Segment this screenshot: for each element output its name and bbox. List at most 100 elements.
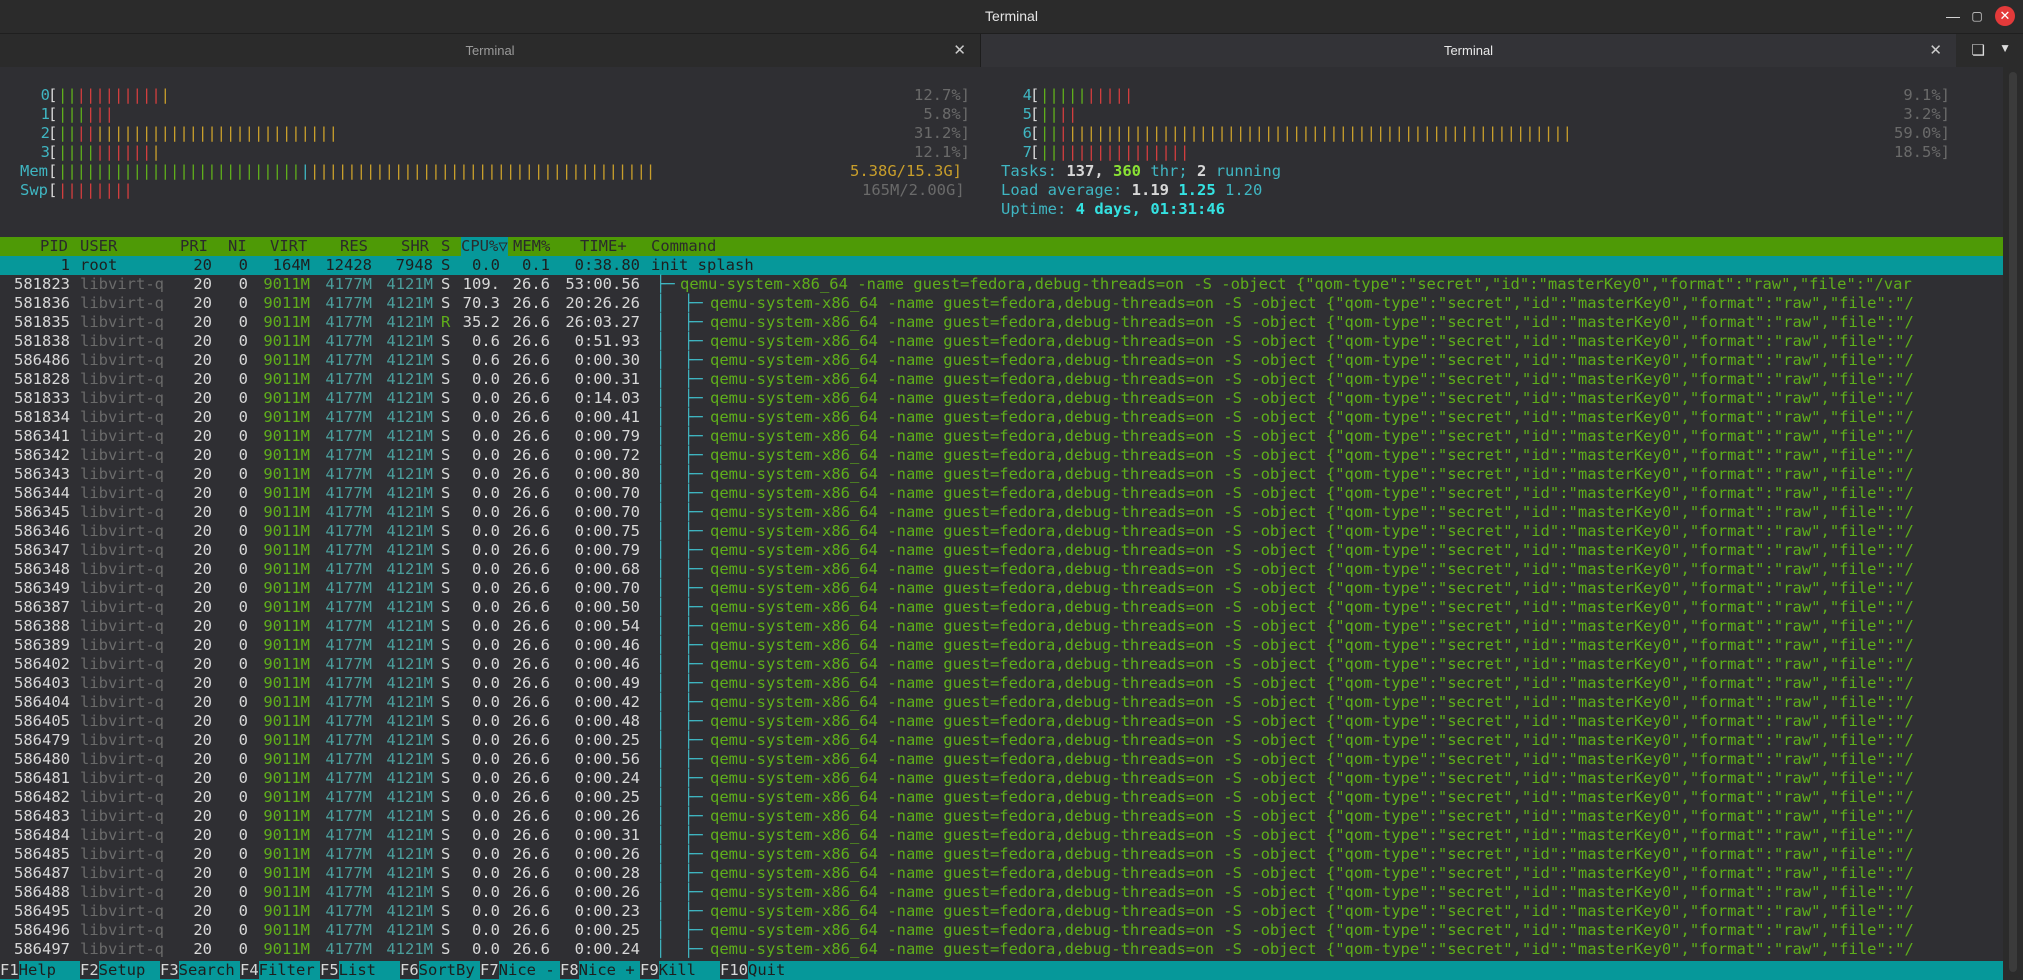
process-row[interactable]: 586486 libvirt-q 20 0 9011M 4177M 4121M S 0.6 26.… xyxy=(0,351,2003,370)
col-pid[interactable]: PID xyxy=(40,237,68,256)
process-state: S xyxy=(441,712,451,730)
footer-f8[interactable]: F8Nice + xyxy=(560,961,635,980)
process-row[interactable]: 586342 libvirt-q 20 0 9011M 4177M 4121M S 0.0 26.… xyxy=(0,446,2003,465)
process-row[interactable]: 581828 libvirt-q 20 0 9011M 4177M 4121M S 0.0 26.… xyxy=(0,370,2003,389)
col-shr[interactable]: SHR xyxy=(401,237,429,256)
tab-terminal-1[interactable]: Terminal ✕ xyxy=(0,34,981,67)
process-pid: 586488 xyxy=(14,883,70,901)
col-s[interactable]: S xyxy=(441,237,450,256)
process-mem: 26.6 xyxy=(512,750,550,768)
process-command: qemu-system-x86_64 -name guest=fedora,de… xyxy=(710,769,1914,787)
process-row[interactable]: 586404 libvirt-q 20 0 9011M 4177M 4121M S 0.0 26.… xyxy=(0,693,2003,712)
process-row[interactable]: 581834 libvirt-q 20 0 9011M 4177M 4121M S 0.0 26.… xyxy=(0,408,2003,427)
process-row[interactable]: 586402 libvirt-q 20 0 9011M 4177M 4121M S 0.0 26.… xyxy=(0,655,2003,674)
function-key: F1 xyxy=(0,961,19,979)
process-row[interactable]: 586387 libvirt-q 20 0 9011M 4177M 4121M S 0.0 26.… xyxy=(0,598,2003,617)
process-row[interactable]: 586483 libvirt-q 20 0 9011M 4177M 4121M S 0.0 26.… xyxy=(0,807,2003,826)
process-row[interactable]: 586347 libvirt-q 20 0 9011M 4177M 4121M S 0.0 26.… xyxy=(0,541,2003,560)
process-tree: │ ├─ xyxy=(656,845,703,863)
process-row[interactable]: 586481 libvirt-q 20 0 9011M 4177M 4121M S 0.0 26.… xyxy=(0,769,2003,788)
process-cpu: 0.0 xyxy=(472,389,500,407)
footer-f2[interactable]: F2Setup xyxy=(80,961,155,980)
process-row[interactable]: 586482 libvirt-q 20 0 9011M 4177M 4121M S 0.0 26.… xyxy=(0,788,2003,807)
process-pid: 581828 xyxy=(14,370,70,388)
close-icon[interactable]: ✕ xyxy=(953,41,966,59)
chevron-down-icon[interactable]: ▼ xyxy=(1999,41,2011,55)
terminal-output[interactable]: 0[|||||||||||| 12.7%] 1[|||||| 5.8%] 2[|||||… xyxy=(0,67,2003,980)
process-shr: 4121M xyxy=(386,826,433,844)
col-pri[interactable]: PRI xyxy=(180,237,208,256)
process-row[interactable]: 581836 libvirt-q 20 0 9011M 4177M 4121M S 70.3 26… xyxy=(0,294,2003,313)
process-row[interactable]: 586479 libvirt-q 20 0 9011M 4177M 4121M S 0.0 26.… xyxy=(0,731,2003,750)
process-row[interactable]: 586341 libvirt-q 20 0 9011M 4177M 4121M S 0.0 26.… xyxy=(0,427,2003,446)
process-row[interactable]: 586495 libvirt-q 20 0 9011M 4177M 4121M S 0.0 26.… xyxy=(0,902,2003,921)
process-row[interactable]: 586497 libvirt-q 20 0 9011M 4177M 4121M S 0.0 26.… xyxy=(0,940,2003,959)
col-command[interactable]: Command xyxy=(651,237,716,256)
process-row[interactable]: 586388 libvirt-q 20 0 9011M 4177M 4121M S 0.0 26.… xyxy=(0,617,2003,636)
process-row[interactable]: 586389 libvirt-q 20 0 9011M 4177M 4121M S 0.0 26.… xyxy=(0,636,2003,655)
maximize-icon[interactable]: ▢ xyxy=(1967,6,1987,26)
footer-f6[interactable]: F6SortBy xyxy=(400,961,475,980)
footer-f4[interactable]: F4Filter xyxy=(240,961,315,980)
footer-f5[interactable]: F5List xyxy=(320,961,395,980)
minimize-icon[interactable]: — xyxy=(1943,6,1963,26)
process-row[interactable]: 586343 libvirt-q 20 0 9011M 4177M 4121M S 0.0 26.… xyxy=(0,465,2003,484)
process-ni: 0 xyxy=(238,788,248,806)
process-virt: 9011M xyxy=(263,674,310,692)
process-row[interactable]: 586488 libvirt-q 20 0 9011M 4177M 4121M S 0.0 26.… xyxy=(0,883,2003,902)
process-res: 4177M xyxy=(325,522,372,540)
scrollbar[interactable] xyxy=(2003,67,2023,980)
mem-label: Mem xyxy=(20,162,48,180)
process-row[interactable]: 586345 libvirt-q 20 0 9011M 4177M 4121M S 0.0 26.… xyxy=(0,503,2003,522)
scrollbar-thumb[interactable] xyxy=(2009,72,2017,972)
process-row[interactable]: 586349 libvirt-q 20 0 9011M 4177M 4121M S 0.0 26.… xyxy=(0,579,2003,598)
process-row[interactable]: 586348 libvirt-q 20 0 9011M 4177M 4121M S 0.0 26.… xyxy=(0,560,2003,579)
process-row[interactable]: 586496 libvirt-q 20 0 9011M 4177M 4121M S 0.0 26.… xyxy=(0,921,2003,940)
process-user: libvirt-q xyxy=(80,617,164,635)
function-key-label: Nice - xyxy=(498,961,555,979)
process-row[interactable]: 581833 libvirt-q 20 0 9011M 4177M 4121M S 0.0 26.… xyxy=(0,389,2003,408)
col-mem[interactable]: MEM% xyxy=(513,237,550,256)
new-tab-icon[interactable]: ❏ xyxy=(1972,41,1985,59)
footer-f9[interactable]: F9Kill xyxy=(640,961,715,980)
col-user[interactable]: USER xyxy=(80,237,117,256)
col-res[interactable]: RES xyxy=(340,237,368,256)
process-row[interactable]: 586344 libvirt-q 20 0 9011M 4177M 4121M S 0.0 26.… xyxy=(0,484,2003,503)
process-pid: 586341 xyxy=(14,427,70,445)
process-row[interactable]: 586487 libvirt-q 20 0 9011M 4177M 4121M S 0.0 26.… xyxy=(0,864,2003,883)
close-icon[interactable]: ✕ xyxy=(1929,41,1942,59)
process-row[interactable]: 581835 libvirt-q 20 0 9011M 4177M 4121M R 35.2 26… xyxy=(0,313,2003,332)
close-icon[interactable]: ✕ xyxy=(1995,6,2015,26)
footer-f1[interactable]: F1Help xyxy=(0,961,75,980)
process-cpu: 0.0 xyxy=(472,560,500,578)
process-row[interactable]: 586480 libvirt-q 20 0 9011M 4177M 4121M S 0.0 26.… xyxy=(0,750,2003,769)
process-state: S xyxy=(441,598,451,616)
process-row[interactable]: 586405 libvirt-q 20 0 9011M 4177M 4121M S 0.0 26.… xyxy=(0,712,2003,731)
process-pri: 20 xyxy=(193,902,212,920)
process-row[interactable]: 586485 libvirt-q 20 0 9011M 4177M 4121M S 0.0 26.… xyxy=(0,845,2003,864)
process-user: libvirt-q xyxy=(80,731,164,749)
footer-f10[interactable]: F10Quit xyxy=(720,961,785,980)
process-row[interactable]: 581838 libvirt-q 20 0 9011M 4177M 4121M S 0.6 26.… xyxy=(0,332,2003,351)
process-row[interactable]: 586484 libvirt-q 20 0 9011M 4177M 4121M S 0.0 26.… xyxy=(0,826,2003,845)
process-tree: │ ├─ xyxy=(656,484,703,502)
process-cpu: 70.3 xyxy=(462,294,500,312)
tab-terminal-2[interactable]: Terminal ✕ xyxy=(981,34,1956,67)
process-ni: 0 xyxy=(238,503,248,521)
footer-f3[interactable]: F3Search xyxy=(160,961,235,980)
process-row[interactable]: 581823 libvirt-q 20 0 9011M 4177M 4121M S 109. 26… xyxy=(0,275,2003,294)
col-cpu[interactable]: CPU%▽ xyxy=(461,237,508,256)
process-row[interactable]: 586403 libvirt-q 20 0 9011M 4177M 4121M S 0.0 26.… xyxy=(0,674,2003,693)
col-virt[interactable]: VIRT xyxy=(270,237,307,256)
col-time[interactable]: TIME+ xyxy=(580,237,627,256)
process-command: qemu-system-x86_64 -name guest=fedora,de… xyxy=(710,826,1914,844)
process-row[interactable]: 1 root 20 0 164M 12428 7948 S 0.0 0.1 0:38.80 init … xyxy=(0,256,2003,275)
process-cpu: 0.0 xyxy=(472,883,500,901)
process-virt: 9011M xyxy=(263,579,310,597)
process-user: libvirt-q xyxy=(80,674,164,692)
footer-f7[interactable]: F7Nice - xyxy=(480,961,555,980)
process-cpu: 0.0 xyxy=(472,598,500,616)
process-user: libvirt-q xyxy=(80,788,164,806)
process-row[interactable]: 586346 libvirt-q 20 0 9011M 4177M 4121M S 0.0 26.… xyxy=(0,522,2003,541)
col-ni[interactable]: NI xyxy=(228,237,247,256)
